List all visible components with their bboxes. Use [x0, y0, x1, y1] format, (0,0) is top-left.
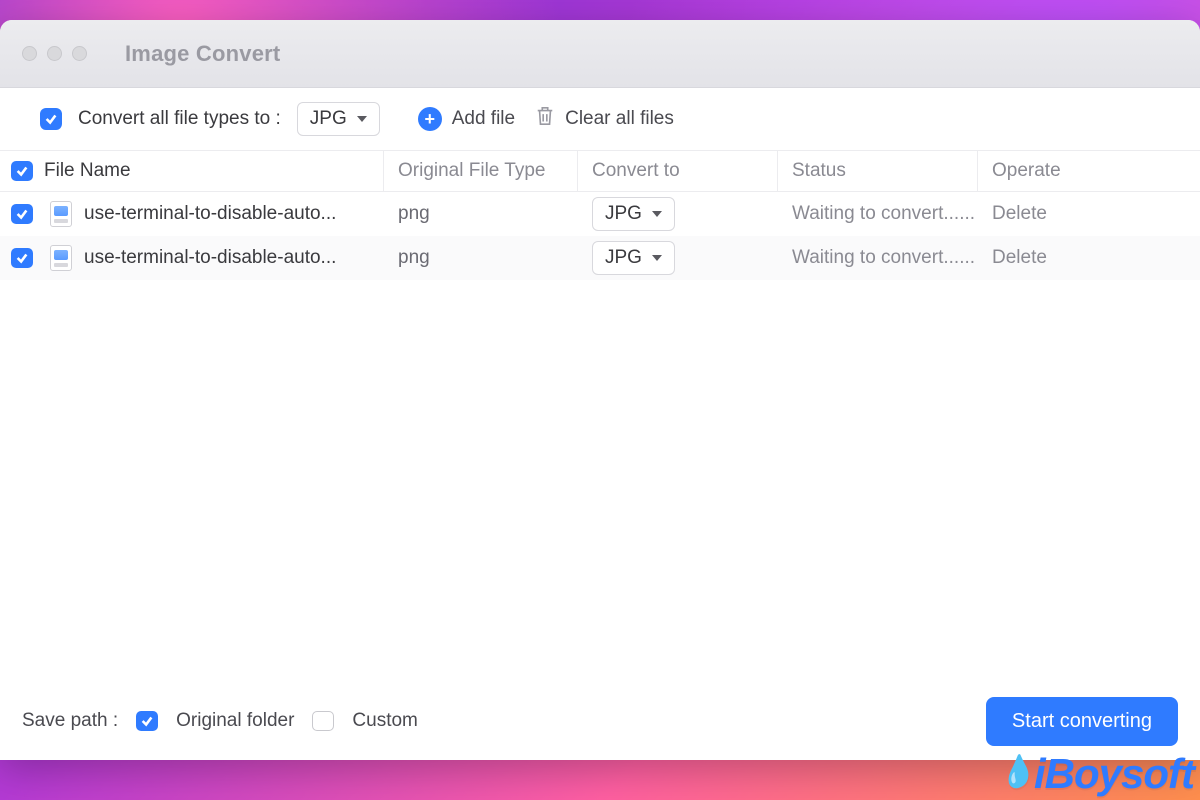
- row-status: Waiting to convert......: [778, 192, 978, 236]
- desktop-background: Image Convert Convert all file types to …: [0, 0, 1200, 800]
- window-controls: [22, 46, 87, 61]
- select-all-checkbox[interactable]: [11, 161, 33, 181]
- file-type: png: [384, 236, 578, 280]
- trash-icon: [535, 105, 555, 133]
- row-convert-value: JPG: [605, 247, 642, 269]
- row-status: Waiting to convert......: [778, 236, 978, 280]
- zoom-window-button[interactable]: [72, 46, 87, 61]
- column-header-operate[interactable]: Operate: [978, 151, 1200, 191]
- save-path-label: Save path :: [22, 710, 118, 732]
- convert-all-select[interactable]: JPG: [297, 102, 380, 136]
- toolbar: Convert all file types to : JPG + Add fi…: [0, 88, 1200, 150]
- custom-path-label: Custom: [352, 710, 417, 732]
- table-header: File Name Original File Type Convert to …: [0, 150, 1200, 192]
- check-icon: [44, 112, 58, 126]
- plus-circle-icon: +: [418, 107, 442, 131]
- image-file-icon: [50, 245, 72, 271]
- clear-all-label: Clear all files: [565, 108, 674, 130]
- chevron-down-icon: [357, 116, 367, 122]
- convert-all-value: JPG: [310, 108, 347, 130]
- titlebar: Image Convert: [0, 20, 1200, 88]
- check-icon: [15, 164, 29, 178]
- window-title: Image Convert: [125, 41, 280, 67]
- app-window: Image Convert Convert all file types to …: [0, 20, 1200, 760]
- check-icon: [15, 251, 29, 265]
- table-body: use-terminal-to-disable-auto... png JPG …: [0, 192, 1200, 682]
- add-file-button[interactable]: + Add file: [418, 107, 515, 131]
- column-header-type[interactable]: Original File Type: [384, 151, 578, 191]
- column-header-name[interactable]: File Name: [44, 151, 384, 191]
- row-delete-button[interactable]: Delete: [992, 247, 1047, 269]
- table-row[interactable]: use-terminal-to-disable-auto... png JPG …: [0, 236, 1200, 280]
- original-folder-label: Original folder: [176, 710, 294, 732]
- chevron-down-icon: [652, 211, 662, 217]
- row-convert-select[interactable]: JPG: [592, 197, 675, 231]
- chevron-down-icon: [652, 255, 662, 261]
- row-checkbox[interactable]: [11, 204, 33, 224]
- file-name: use-terminal-to-disable-auto...: [84, 203, 336, 225]
- table-row[interactable]: use-terminal-to-disable-auto... png JPG …: [0, 192, 1200, 236]
- start-converting-button[interactable]: Start converting: [986, 697, 1178, 746]
- footer: Save path : Original folder Custom Start…: [0, 682, 1200, 760]
- check-icon: [15, 207, 29, 221]
- custom-path-checkbox[interactable]: [312, 711, 334, 731]
- image-file-icon: [50, 201, 72, 227]
- column-header-status[interactable]: Status: [778, 151, 978, 191]
- original-folder-checkbox[interactable]: [136, 711, 158, 731]
- add-file-label: Add file: [452, 108, 515, 130]
- row-convert-value: JPG: [605, 203, 642, 225]
- check-icon: [140, 714, 154, 728]
- clear-all-button[interactable]: Clear all files: [535, 105, 674, 133]
- column-header-convert[interactable]: Convert to: [578, 151, 778, 191]
- convert-all-checkbox[interactable]: [40, 108, 62, 130]
- file-type: png: [384, 192, 578, 236]
- file-name: use-terminal-to-disable-auto...: [84, 247, 336, 269]
- convert-all-label: Convert all file types to :: [78, 108, 281, 130]
- close-window-button[interactable]: [22, 46, 37, 61]
- row-delete-button[interactable]: Delete: [992, 203, 1047, 225]
- row-convert-select[interactable]: JPG: [592, 241, 675, 275]
- row-checkbox[interactable]: [11, 248, 33, 268]
- minimize-window-button[interactable]: [47, 46, 62, 61]
- convert-all-group: Convert all file types to : JPG: [40, 102, 380, 136]
